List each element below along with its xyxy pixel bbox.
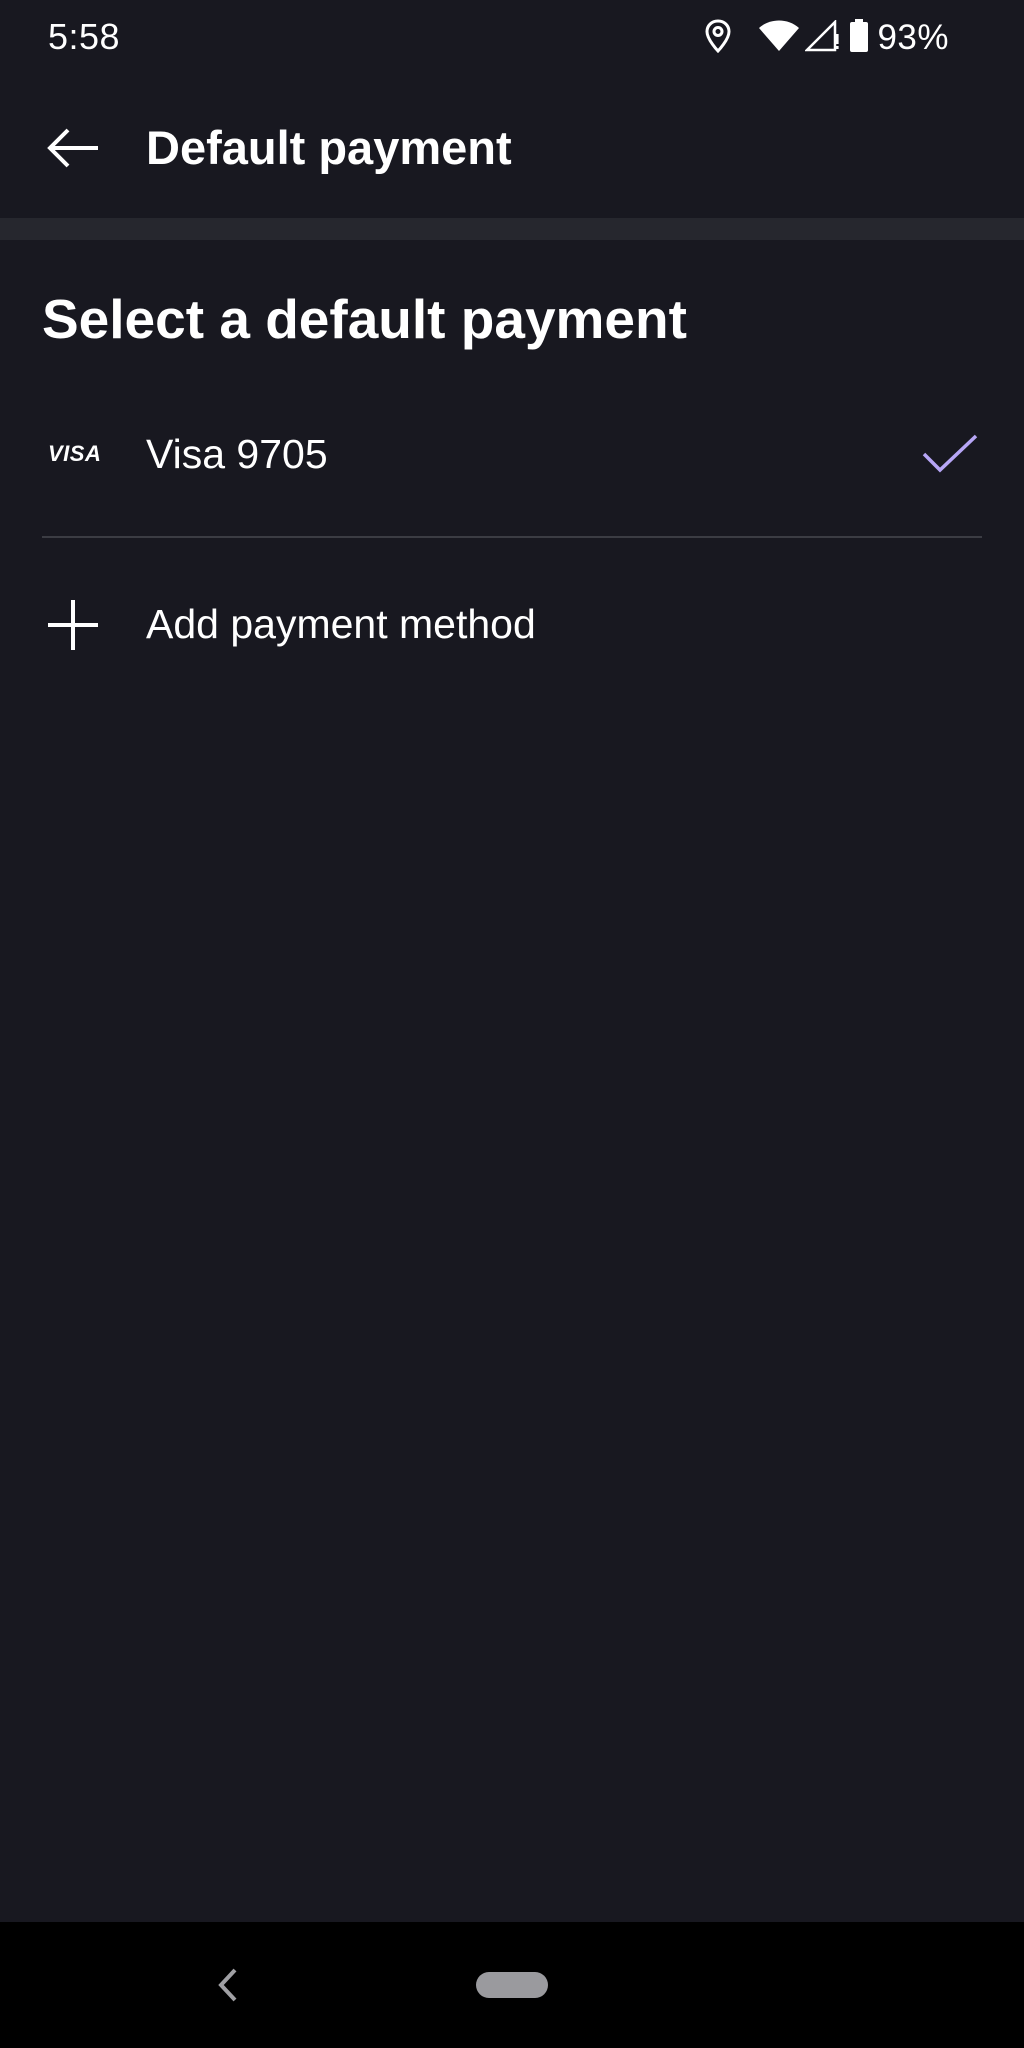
nav-back-icon[interactable] [205,1960,249,2010]
battery-percentage: 93% [877,18,949,57]
payment-method-label: Visa 9705 [146,431,328,477]
back-button[interactable] [30,105,116,191]
battery-icon [849,18,869,58]
status-bar: 5:58 93% [0,0,1024,75]
arrow-left-icon [47,128,98,168]
signal-icon [804,18,840,57]
check-icon [922,434,978,473]
wifi-icon [759,20,800,57]
status-time: 5:58 [48,16,121,57]
location-icon [705,18,731,58]
section-heading: Select a default payment [42,288,687,350]
add-payment-method-button[interactable]: Add payment method [0,570,1024,678]
app-bar: Default payment [0,75,1024,218]
plus-icon [48,600,98,650]
page-title: Default payment [146,121,512,174]
list-divider [42,536,982,538]
app-bar-divider [0,218,1024,240]
status-icons: 93% [691,16,949,60]
home-pill-icon[interactable] [476,1972,548,1998]
visa-logo: VISA [48,441,102,466]
add-payment-method-label: Add payment method [146,601,536,647]
system-nav-bar [0,1922,1024,2048]
payment-method-row-visa[interactable]: VISA Visa 9705 [0,400,1024,508]
